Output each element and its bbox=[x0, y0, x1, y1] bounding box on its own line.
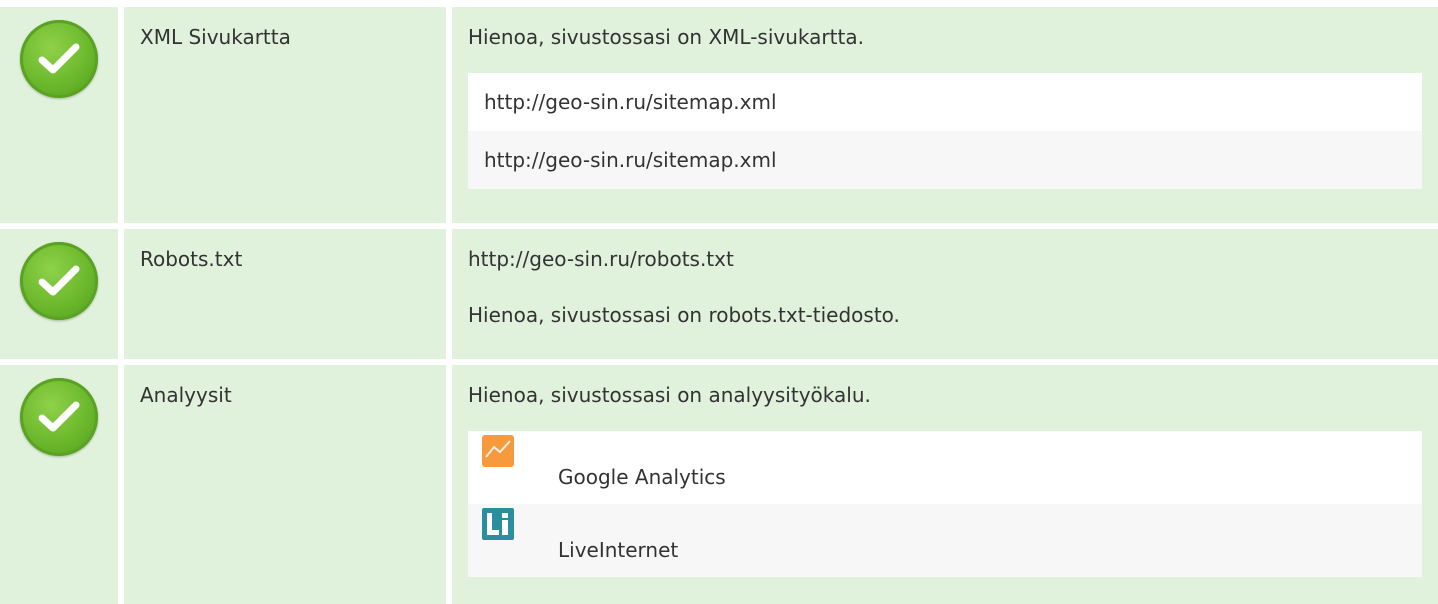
check-label: Analyysit bbox=[124, 365, 446, 604]
check-icon bbox=[20, 378, 98, 456]
list-item: Google Analytics bbox=[468, 431, 1422, 504]
check-content: Hienoa, sivustossasi on analyysityökalu.… bbox=[452, 365, 1438, 604]
check-message: Hienoa, sivustossasi on XML-sivukartta. bbox=[468, 25, 864, 49]
check-label: XML Sivukartta bbox=[124, 7, 446, 223]
list-item: http://geo-sin.ru/sitemap.xml bbox=[468, 131, 1422, 189]
google-analytics-icon bbox=[482, 435, 514, 467]
check-icon bbox=[20, 242, 98, 320]
check-icon bbox=[20, 20, 98, 98]
list-item: http://geo-sin.ru/sitemap.xml bbox=[468, 73, 1422, 131]
list-item: LiveInternet bbox=[468, 504, 1422, 577]
check-content: Hienoa, sivustossasi on XML-sivukartta. … bbox=[452, 7, 1438, 223]
status-cell bbox=[0, 7, 118, 223]
liveinternet-icon bbox=[482, 508, 514, 540]
tool-name: Google Analytics bbox=[558, 465, 726, 489]
check-message: Hienoa, sivustossasi on robots.txt-tiedo… bbox=[468, 303, 900, 327]
sitemap-list: http://geo-sin.ru/sitemap.xml http://geo… bbox=[468, 73, 1422, 189]
status-cell bbox=[0, 229, 118, 359]
check-row-sitemap: XML Sivukartta Hienoa, sivustossasi on X… bbox=[0, 7, 1438, 223]
check-label: Robots.txt bbox=[124, 229, 446, 359]
tool-name: LiveInternet bbox=[558, 538, 679, 562]
check-message: Hienoa, sivustossasi on analyysityökalu. bbox=[468, 383, 871, 407]
check-row-robots: Robots.txt http://geo-sin.ru/robots.txt … bbox=[0, 229, 1438, 359]
seo-checks-table: XML Sivukartta Hienoa, sivustossasi on X… bbox=[0, 0, 1438, 604]
robots-url: http://geo-sin.ru/robots.txt bbox=[468, 247, 734, 271]
check-row-analytics: Analyysit Hienoa, sivustossasi on analyy… bbox=[0, 365, 1438, 604]
check-content: http://geo-sin.ru/robots.txt Hienoa, siv… bbox=[452, 229, 1438, 359]
status-cell bbox=[0, 365, 118, 604]
analytics-list: Google Analytics LiveInternet bbox=[468, 431, 1422, 577]
